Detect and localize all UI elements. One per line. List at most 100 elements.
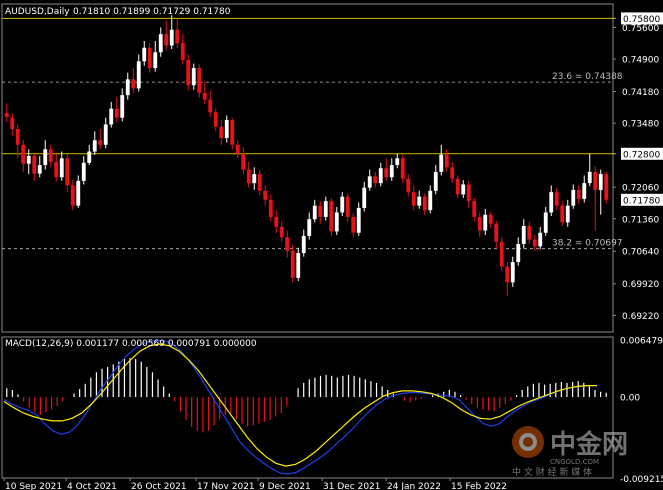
main-panel-border	[1, 3, 614, 333]
candle-body	[576, 189, 581, 199]
candle-body	[103, 124, 108, 145]
candle-body	[114, 108, 119, 118]
x-tick-label: 17 Nov 2021	[197, 482, 255, 490]
candle-body	[65, 158, 70, 186]
candle-body	[43, 149, 48, 166]
candle-body	[373, 176, 378, 184]
x-tick-label: 24 Jan 2022	[387, 482, 441, 490]
candle-body	[76, 180, 81, 206]
y-tick-label: 0.75600	[622, 24, 659, 34]
candle-body	[10, 117, 15, 129]
candle-body	[571, 189, 576, 206]
candle-body	[323, 201, 328, 217]
candle-body	[516, 244, 521, 263]
fib-label: 38.2 = 0.70697	[552, 239, 623, 249]
candle-body	[109, 108, 114, 125]
candle-body	[87, 151, 92, 163]
candlestick-series: 0.71780	[4, 15, 663, 296]
time-axis: 10 Sep 2021 4 Oct 2021 26 Oct 2021 17 Nov 2…	[3, 478, 507, 490]
candle-body	[279, 226, 284, 238]
candle-body	[197, 68, 202, 93]
candle-body	[538, 232, 543, 247]
candle-body	[554, 192, 559, 206]
candle-body	[455, 178, 460, 195]
y-tick-label: 0.74900	[622, 56, 659, 66]
candle-body	[329, 201, 334, 232]
x-tick-label: 26 Oct 2021	[131, 482, 187, 490]
candle-body	[549, 192, 554, 213]
candle-body	[290, 250, 295, 278]
candle-body	[543, 212, 548, 233]
candle-body	[92, 140, 97, 152]
candle-body	[59, 158, 64, 178]
candle-body	[307, 219, 312, 236]
candle-body	[521, 225, 526, 245]
candle-body	[153, 52, 158, 69]
candle-body	[389, 165, 394, 178]
candle-body	[593, 171, 598, 190]
candle-body	[367, 176, 372, 188]
symbol-label: AUDUSD,Daily	[5, 7, 70, 17]
x-tick-label: 31 Dec 2021	[323, 482, 381, 490]
x-tick-label: 15 Feb 2022	[451, 482, 507, 490]
candle-body	[37, 165, 42, 174]
y-tick-label: 0.69220	[622, 312, 659, 322]
candle-body	[444, 154, 449, 168]
candle-body	[527, 225, 532, 240]
price-axis: 0.75600 0.74900 0.74180 0.73480 0.72060 0.713…	[613, 24, 659, 322]
price-chart: 0.758000.7280023.6 = 0.7438838.2 = 0.706…	[1, 3, 663, 490]
candle-body	[422, 196, 427, 211]
y-tick-label: 0.71360	[622, 215, 659, 225]
candle-body	[191, 68, 196, 86]
candle-body	[362, 187, 367, 208]
candle-body	[461, 184, 466, 195]
candle-body	[395, 158, 400, 166]
candle-body	[70, 185, 75, 206]
candle-body	[252, 174, 257, 184]
candle-body	[301, 235, 306, 254]
candle-body	[224, 119, 229, 138]
y-tick-label: 0.70640	[622, 248, 659, 258]
candle-body	[175, 29, 180, 44]
candle-body	[587, 171, 592, 184]
candle-body	[246, 169, 251, 184]
candle-body	[125, 79, 130, 96]
candle-body	[345, 196, 350, 217]
candle-body	[494, 223, 499, 242]
candle-body	[21, 144, 26, 164]
y-tick-label: 0.69920	[622, 280, 659, 290]
candle-body	[169, 29, 174, 46]
candle-body	[565, 205, 570, 223]
candle-body	[202, 92, 207, 100]
candle-body	[131, 79, 136, 89]
candle-body	[263, 190, 268, 200]
candle-body	[356, 207, 361, 233]
macd-tick-label: 0.00	[620, 394, 640, 404]
candle-body	[406, 178, 411, 193]
candle-body	[433, 171, 438, 191]
macd-label: MACD(12,26,9) 0.001177 0.000569 0.000791…	[5, 339, 257, 349]
candle-body	[235, 144, 240, 154]
candle-body	[598, 174, 603, 190]
candle-body	[483, 214, 488, 231]
y-tick-label: 0.74180	[622, 88, 659, 98]
macd-tick-label: -0.009215	[620, 475, 663, 485]
candle-body	[268, 199, 273, 217]
candle-body	[136, 61, 141, 89]
macd-tick-label: 0.006479	[620, 336, 663, 346]
candle-body	[81, 162, 86, 181]
candle-body	[219, 126, 224, 138]
candle-body	[417, 196, 422, 206]
candle-body	[241, 153, 246, 170]
candle-body	[477, 216, 482, 231]
candle-body	[186, 59, 191, 86]
candle-body	[257, 174, 262, 191]
candle-body	[604, 174, 609, 200]
candle-body	[411, 192, 416, 206]
candle-body	[208, 99, 213, 113]
candle-body	[54, 161, 59, 178]
signal-line	[3, 343, 597, 467]
candle-body	[15, 128, 20, 145]
candle-body	[488, 214, 493, 224]
candle-body	[466, 184, 471, 202]
